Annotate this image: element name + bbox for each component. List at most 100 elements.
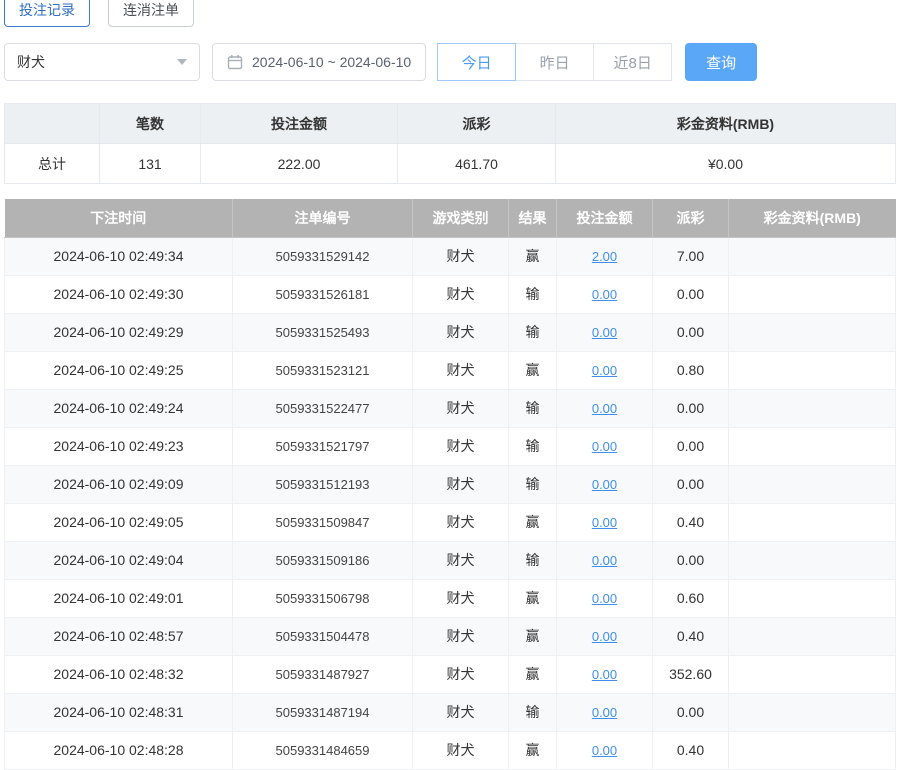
cell-bet-amount: 0.00: [557, 465, 653, 503]
cell-bonus: [729, 503, 896, 541]
cell-bonus: [729, 617, 896, 655]
cell-bet-amount: 0.00: [557, 503, 653, 541]
cell-result: 输: [509, 275, 557, 313]
cell-game-type: 财犬: [413, 579, 509, 617]
cell-order-id: 5059331522477: [233, 389, 413, 427]
cell-game-type: 财犬: [413, 693, 509, 731]
date-range-picker[interactable]: 2024-06-10 ~ 2024-06-10: [212, 43, 426, 81]
bet-table-body: 2024-06-10 02:49:34 5059331529142 财犬 赢 2…: [5, 237, 896, 769]
cell-bet-amount: 2.00: [557, 237, 653, 275]
cell-bet-amount: 0.00: [557, 579, 653, 617]
cell-bet-amount: 0.00: [557, 351, 653, 389]
cell-order-id: 5059331506798: [233, 579, 413, 617]
cell-order-id: 5059331487194: [233, 693, 413, 731]
cell-order-id: 5059331525493: [233, 313, 413, 351]
summary-total-payout: 461.70: [398, 144, 556, 184]
table-row: 2024-06-10 02:49:01 5059331506798 财犬 赢 0…: [5, 579, 896, 617]
bet-amount-link[interactable]: 0.00: [592, 629, 617, 644]
cell-bet-amount: 0.00: [557, 693, 653, 731]
cell-result: 赢: [509, 351, 557, 389]
summary-total-row: 总计 131 222.00 461.70 ¥0.00: [5, 144, 896, 184]
summary-header-bet-amount: 投注金额: [201, 104, 398, 144]
filter-bar: 财犬 2024-06-10 ~ 2024-06-10 今日 昨日 近8日 查询: [4, 43, 900, 81]
cell-bet-time: 2024-06-10 02:49:09: [5, 465, 233, 503]
table-row: 2024-06-10 02:49:30 5059331526181 财犬 输 0…: [5, 275, 896, 313]
bet-amount-link[interactable]: 0.00: [592, 401, 617, 416]
summary-header-empty: [5, 104, 100, 144]
cell-bet-time: 2024-06-10 02:48:28: [5, 731, 233, 769]
cell-game-type: 财犬: [413, 351, 509, 389]
cell-game-type: 财犬: [413, 427, 509, 465]
cell-bet-time: 2024-06-10 02:49:25: [5, 351, 233, 389]
calendar-icon: [227, 54, 243, 70]
cell-bet-amount: 0.00: [557, 655, 653, 693]
tab-bet-records[interactable]: 投注记录: [4, 0, 90, 27]
summary-header-count: 笔数: [100, 104, 201, 144]
game-select[interactable]: 财犬: [4, 43, 200, 81]
cell-payout: 0.00: [653, 313, 729, 351]
cell-bet-amount: 0.00: [557, 313, 653, 351]
cell-bet-amount: 0.00: [557, 731, 653, 769]
bet-amount-link[interactable]: 0.00: [592, 667, 617, 682]
bet-amount-link[interactable]: 0.00: [592, 515, 617, 530]
cell-bonus: [729, 275, 896, 313]
table-row: 2024-06-10 02:48:57 5059331504478 财犬 赢 0…: [5, 617, 896, 655]
cell-bonus: [729, 541, 896, 579]
bet-amount-link[interactable]: 0.00: [592, 477, 617, 492]
bet-amount-link[interactable]: 0.00: [592, 325, 617, 340]
bet-amount-link[interactable]: 0.00: [592, 743, 617, 758]
range-today-button[interactable]: 今日: [437, 43, 516, 81]
cell-payout: 0.00: [653, 541, 729, 579]
cell-payout: 0.00: [653, 389, 729, 427]
cell-bet-amount: 0.00: [557, 389, 653, 427]
range-last8days-button[interactable]: 近8日: [593, 43, 672, 81]
bet-amount-link[interactable]: 0.00: [592, 287, 617, 302]
bet-amount-link[interactable]: 2.00: [592, 249, 617, 264]
cell-game-type: 财犬: [413, 313, 509, 351]
search-button[interactable]: 查询: [685, 43, 757, 81]
summary-total-bet-amount: 222.00: [201, 144, 398, 184]
table-row: 2024-06-10 02:49:09 5059331512193 财犬 输 0…: [5, 465, 896, 503]
table-row: 2024-06-10 02:49:04 5059331509186 财犬 输 0…: [5, 541, 896, 579]
bet-table: 下注时间 注单编号 游戏类别 结果 投注金额 派彩 彩金资料(RMB) 2024…: [4, 199, 896, 770]
bet-records-page: 投注记录 连消注单 财犬 2024-06-10 ~ 2024-06-10 今日 …: [0, 0, 904, 770]
cell-game-type: 财犬: [413, 655, 509, 693]
header-order-id: 注单编号: [233, 199, 413, 237]
cell-payout: 0.40: [653, 731, 729, 769]
tab-cancelled-orders[interactable]: 连消注单: [108, 0, 194, 27]
cell-bonus: [729, 693, 896, 731]
bet-amount-link[interactable]: 0.00: [592, 705, 617, 720]
cell-bonus: [729, 427, 896, 465]
table-row: 2024-06-10 02:49:34 5059331529142 财犬 赢 2…: [5, 237, 896, 275]
cell-payout: 0.00: [653, 275, 729, 313]
bet-amount-link[interactable]: 0.00: [592, 591, 617, 606]
header-bet-amount: 投注金额: [557, 199, 653, 237]
cell-bonus: [729, 655, 896, 693]
cell-result: 赢: [509, 579, 557, 617]
bet-amount-link[interactable]: 0.00: [592, 363, 617, 378]
cell-bet-amount: 0.00: [557, 617, 653, 655]
bet-amount-link[interactable]: 0.00: [592, 439, 617, 454]
table-row: 2024-06-10 02:48:32 5059331487927 财犬 赢 0…: [5, 655, 896, 693]
cell-order-id: 5059331487927: [233, 655, 413, 693]
cell-result: 赢: [509, 237, 557, 275]
cell-result: 输: [509, 427, 557, 465]
cell-game-type: 财犬: [413, 541, 509, 579]
cell-result: 输: [509, 389, 557, 427]
cell-bonus: [729, 389, 896, 427]
cell-result: 赢: [509, 503, 557, 541]
header-bet-time: 下注时间: [5, 199, 233, 237]
summary-total-count: 131: [100, 144, 201, 184]
cell-bet-time: 2024-06-10 02:49:23: [5, 427, 233, 465]
bet-amount-link[interactable]: 0.00: [592, 553, 617, 568]
cell-game-type: 财犬: [413, 389, 509, 427]
summary-header-row: 笔数 投注金额 派彩 彩金资料(RMB): [5, 104, 896, 144]
table-row: 2024-06-10 02:48:28 5059331484659 财犬 赢 0…: [5, 731, 896, 769]
summary-total-label: 总计: [5, 144, 100, 184]
range-yesterday-button[interactable]: 昨日: [515, 43, 594, 81]
summary-total-bonus: ¥0.00: [556, 144, 896, 184]
summary-table: 笔数 投注金额 派彩 彩金资料(RMB) 总计 131 222.00 461.7…: [4, 103, 896, 184]
cell-game-type: 财犬: [413, 275, 509, 313]
table-row: 2024-06-10 02:49:05 5059331509847 财犬 赢 0…: [5, 503, 896, 541]
table-row: 2024-06-10 02:48:31 5059331487194 财犬 输 0…: [5, 693, 896, 731]
